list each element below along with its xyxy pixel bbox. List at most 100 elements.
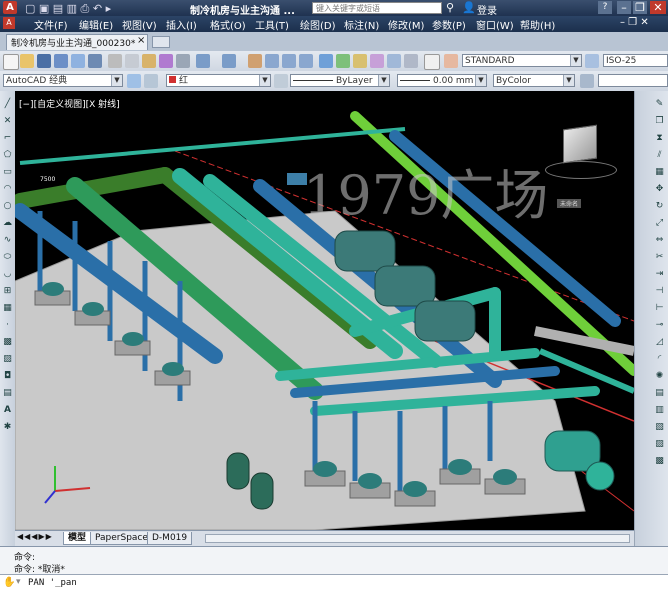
zoom-window-icon[interactable] — [282, 54, 296, 68]
help-button[interactable]: ? — [598, 1, 612, 14]
tool-palettes-icon[interactable] — [353, 54, 367, 68]
menu-view[interactable]: 视图(V) — [122, 17, 157, 32]
layer-tools-icon-4[interactable]: ▨ — [654, 439, 665, 450]
plot-icon[interactable] — [54, 54, 68, 68]
make-block-icon[interactable]: ▦ — [2, 303, 13, 314]
redo-icon[interactable] — [222, 54, 236, 68]
tab-d-m019[interactable]: D-M019 — [147, 532, 193, 545]
layer-tools-icon-2[interactable]: ▥ — [654, 405, 665, 416]
region-icon[interactable]: ◘ — [2, 371, 13, 382]
add-selected-icon[interactable]: ✱ — [2, 422, 13, 433]
close-icon[interactable]: ✕ — [650, 1, 666, 14]
trim-icon[interactable]: ✂ — [654, 252, 665, 263]
menu-window[interactable]: 窗口(W) — [476, 17, 514, 32]
menu-app-icon[interactable]: A — [3, 17, 15, 29]
menu-insert[interactable]: 插入(I) — [166, 17, 197, 32]
text-style-combo[interactable]: STANDARD ▼ — [462, 54, 582, 67]
app-logo-icon[interactable]: A — [3, 1, 17, 14]
rectangle-icon[interactable]: ▭ — [2, 167, 13, 178]
design-center-icon[interactable] — [336, 54, 350, 68]
construction-line-icon[interactable]: ✕ — [2, 116, 13, 127]
block-editor-icon[interactable] — [176, 54, 190, 68]
chamfer-icon[interactable]: ◿ — [654, 337, 665, 348]
login-link[interactable]: 登录 — [477, 2, 497, 17]
binoculars-icon[interactable]: ⚲ — [446, 1, 454, 14]
rotate-icon[interactable]: ↻ — [654, 201, 665, 212]
menu-dimension[interactable]: 标注(N) — [344, 17, 379, 32]
offset-icon[interactable]: ⫽ — [654, 150, 665, 161]
drawing-viewport[interactable]: 7500 [−][自定义视图][X 射线] 1979广场 未命名 — [15, 91, 634, 530]
pan-icon[interactable] — [248, 54, 262, 68]
explode-icon[interactable]: ✺ — [654, 371, 665, 382]
color-combo[interactable]: 红 ▼ — [166, 74, 271, 87]
spline-icon[interactable]: ∿ — [2, 235, 13, 246]
fillet-icon[interactable]: ◜ — [654, 354, 665, 365]
break-icon[interactable]: ⊢ — [654, 303, 665, 314]
document-tab-close-icon[interactable]: × — [137, 35, 145, 46]
dim-style-combo[interactable]: ISO-25 — [603, 54, 668, 67]
erase-icon[interactable]: ✎ — [654, 99, 665, 110]
workspace-combo[interactable]: AutoCAD 经典 ▼ — [3, 74, 123, 87]
layer-tools-icon-3[interactable]: ▧ — [654, 422, 665, 433]
mtext-icon[interactable]: A — [2, 405, 13, 416]
gradient-icon[interactable]: ▨ — [2, 354, 13, 365]
plot-style-combo[interactable]: ByColor ▼ — [493, 74, 575, 87]
help-icon[interactable] — [424, 54, 440, 70]
open-icon[interactable] — [20, 54, 34, 68]
extend-icon[interactable]: ⇥ — [654, 269, 665, 280]
viewcube-compass[interactable] — [545, 161, 617, 179]
zoom-previous-icon[interactable] — [299, 54, 313, 68]
save-icon[interactable] — [37, 54, 51, 68]
search-input[interactable]: 键入关键字或短语 — [312, 2, 442, 14]
scale-icon[interactable]: ⤢ — [654, 218, 665, 229]
horizontal-scrollbar[interactable] — [205, 534, 630, 543]
menu-edit[interactable]: 编辑(E) — [79, 17, 113, 32]
menu-tools[interactable]: 工具(T) — [255, 17, 289, 32]
minimize-icon[interactable]: – — [617, 1, 631, 14]
document-tab[interactable]: 制冷机房与业主沟通_000230* × — [6, 34, 148, 50]
point-icon[interactable]: · — [2, 320, 13, 331]
insert-block-icon[interactable]: ⊞ — [2, 286, 13, 297]
menu-help[interactable]: 帮助(H) — [520, 17, 555, 32]
copy-object-icon[interactable]: ❐ — [654, 116, 665, 127]
zoom-realtime-icon[interactable] — [265, 54, 279, 68]
text-style-icon[interactable] — [444, 54, 458, 68]
table-style-icon[interactable] — [580, 74, 594, 88]
new-tab-button[interactable] — [152, 36, 170, 48]
new-icon[interactable] — [3, 54, 19, 70]
paste-icon[interactable] — [142, 54, 156, 68]
mirror-icon[interactable]: ⧗ — [654, 133, 665, 144]
markup-icon[interactable] — [387, 54, 401, 68]
layer-previous-icon[interactable] — [274, 74, 288, 88]
viewcube-icon[interactable] — [563, 124, 597, 164]
multileader-combo[interactable] — [598, 74, 668, 87]
table-icon[interactable]: ▤ — [2, 388, 13, 399]
cut-icon[interactable] — [108, 54, 122, 68]
break-at-point-icon[interactable]: ⊣ — [654, 286, 665, 297]
ellipse-icon[interactable]: ⬭ — [2, 252, 13, 263]
tab-model[interactable]: 模型 — [63, 532, 92, 545]
command-options-icon[interactable]: ▾ — [16, 577, 21, 587]
menu-draw[interactable]: 绘图(D) — [300, 17, 336, 32]
tab-nav-arrows[interactable]: ◀◀◀▶▶ — [17, 532, 53, 541]
arc-icon[interactable]: ◠ — [2, 184, 13, 195]
stretch-icon[interactable]: ⇔ — [654, 235, 665, 246]
viewport-controls-label[interactable]: [−][自定义视图][X 射线] — [19, 97, 120, 110]
menu-window-controls[interactable]: – ❐ ✕ — [620, 17, 649, 28]
layer-manager-icon[interactable] — [144, 74, 158, 88]
restore-icon[interactable]: ❐ — [633, 1, 647, 14]
lineweight-combo[interactable]: 0.00 mm ▼ — [397, 74, 487, 87]
match-properties-icon[interactable] — [159, 54, 173, 68]
quick-access-icons[interactable]: ▢ ▣ ▤ ▥ ⎙ ↶ ▸ — [25, 2, 111, 16]
join-icon[interactable]: ⊸ — [654, 320, 665, 331]
revcloud-icon[interactable]: ☁ — [2, 218, 13, 229]
polygon-icon[interactable]: ⬠ — [2, 150, 13, 161]
polyline-icon[interactable]: ⌐ — [2, 133, 13, 144]
calculator-icon[interactable] — [404, 54, 418, 68]
circle-icon[interactable]: ○ — [2, 201, 13, 212]
move-icon[interactable]: ✥ — [654, 184, 665, 195]
line-icon[interactable]: ╱ — [2, 99, 13, 110]
preview-icon[interactable] — [71, 54, 85, 68]
user-icon[interactable]: 👤 — [462, 1, 476, 14]
menu-format[interactable]: 格式(O) — [210, 17, 246, 32]
